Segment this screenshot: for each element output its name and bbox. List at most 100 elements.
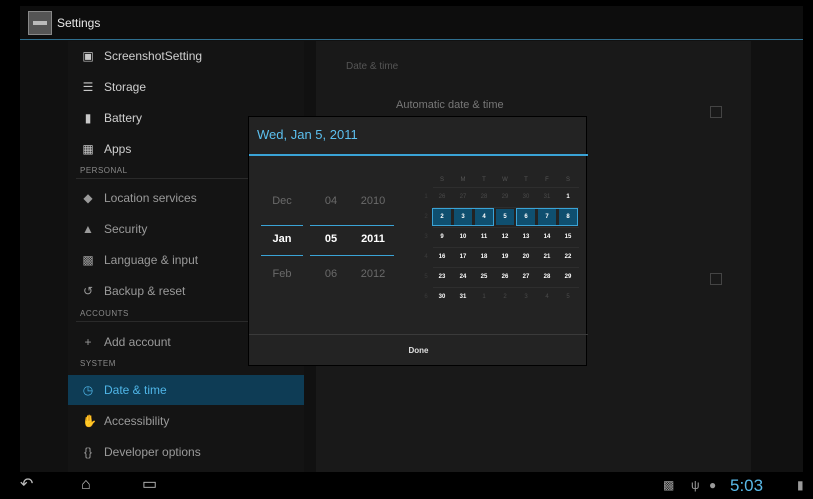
day-current[interactable]: 05 bbox=[311, 233, 351, 245]
list-item-label: Developer options bbox=[104, 445, 201, 459]
calendar-day[interactable]: 2 bbox=[496, 289, 514, 305]
calendar-day[interactable]: 17 bbox=[454, 249, 472, 265]
picker-divider bbox=[310, 255, 352, 256]
calendar-day[interactable]: 9 bbox=[433, 229, 451, 245]
calendar-day[interactable]: 30 bbox=[517, 189, 535, 205]
pane-header: Date & time bbox=[346, 61, 399, 72]
list-item-label: Security bbox=[104, 222, 148, 236]
list-item-developer-options[interactable]: {} Developer options bbox=[68, 437, 304, 467]
action-bar: Settings bbox=[20, 6, 803, 40]
weekday-label: F bbox=[545, 177, 549, 183]
calendar-day[interactable]: 1 bbox=[559, 189, 577, 205]
automatic-date-time-checkbox[interactable] bbox=[710, 106, 722, 118]
picker-divider bbox=[352, 255, 394, 256]
week-selection-outline bbox=[432, 208, 494, 226]
list-item-date-time[interactable]: ◷ Date & time bbox=[68, 375, 304, 405]
year-next[interactable]: 2012 bbox=[353, 268, 393, 280]
calendar-row-divider bbox=[433, 187, 579, 188]
calendar-day[interactable]: 20 bbox=[517, 249, 535, 265]
list-item-storage[interactable]: ☰ Storage bbox=[68, 72, 304, 102]
settings-screen: Settings ▣ ScreenshotSetting ☰ Storage ▮… bbox=[20, 6, 803, 472]
calendar-day[interactable]: 28 bbox=[538, 269, 556, 285]
battery-status-icon: ▮ bbox=[797, 478, 804, 492]
battery-icon: ▮ bbox=[84, 111, 92, 125]
month-current[interactable]: Jan bbox=[262, 233, 302, 245]
calendar-day[interactable]: 19 bbox=[496, 249, 514, 265]
calendar-day[interactable]: 29 bbox=[496, 189, 514, 205]
week-number: 1 bbox=[424, 194, 428, 200]
calendar-day[interactable]: 26 bbox=[496, 269, 514, 285]
list-item-label: Language & input bbox=[104, 253, 199, 267]
calendar-row-divider bbox=[433, 227, 579, 228]
month-next[interactable]: Feb bbox=[262, 268, 302, 280]
list-item-label: Location services bbox=[104, 191, 197, 205]
calendar-day[interactable]: 24 bbox=[454, 269, 472, 285]
calendar-day[interactable]: 27 bbox=[517, 269, 535, 285]
list-item-label: Backup & reset bbox=[104, 284, 186, 298]
calendar-day[interactable]: 5 bbox=[559, 289, 577, 305]
automatic-date-time-label[interactable]: Automatic date & time bbox=[396, 99, 504, 111]
picker-divider bbox=[261, 255, 303, 256]
recent-apps-icon[interactable]: ▭ bbox=[142, 477, 157, 493]
calendar-day[interactable]: 31 bbox=[538, 189, 556, 205]
calendar-day[interactable]: 4 bbox=[538, 289, 556, 305]
section-header-personal: PERSONAL bbox=[80, 166, 128, 175]
braces-icon: {} bbox=[83, 445, 92, 459]
set-date-dialog: Wed, Jan 5, 2011 Dec Jan Feb 04 05 06 20… bbox=[248, 116, 588, 367]
calendar-day[interactable]: 16 bbox=[433, 249, 451, 265]
notification-icon[interactable]: ▩ bbox=[663, 478, 674, 492]
calendar-day[interactable]: 29 bbox=[559, 269, 577, 285]
home-icon[interactable]: ⌂ bbox=[81, 477, 91, 493]
year-current[interactable]: 2011 bbox=[353, 233, 393, 245]
picker-divider bbox=[352, 225, 394, 226]
settings-app-icon[interactable] bbox=[28, 11, 52, 35]
week-selection-outline bbox=[516, 208, 578, 226]
app-title: Settings bbox=[57, 16, 101, 30]
calendar-day[interactable]: 28 bbox=[475, 189, 493, 205]
calendar-day[interactable]: 11 bbox=[475, 229, 493, 245]
calendar-day[interactable]: 27 bbox=[454, 189, 472, 205]
system-bar: ↶ ⌂ ▭ ▩ ψ ● 5:03 ▮ bbox=[0, 472, 813, 499]
day-next[interactable]: 06 bbox=[311, 268, 351, 280]
year-prev[interactable]: 2010 bbox=[353, 195, 393, 207]
calendar-day[interactable]: 14 bbox=[538, 229, 556, 245]
dialog-title-divider bbox=[249, 154, 588, 156]
calendar-day[interactable]: 21 bbox=[538, 249, 556, 265]
calendar-day[interactable]: 15 bbox=[559, 229, 577, 245]
dialog-title: Wed, Jan 5, 2011 bbox=[257, 127, 358, 142]
gamepad-icon: ● bbox=[709, 478, 717, 492]
language-icon: ▩ bbox=[82, 253, 94, 267]
list-item-label: Add account bbox=[104, 335, 171, 349]
calendar-day[interactable]: 13 bbox=[517, 229, 535, 245]
week-number: 3 bbox=[424, 234, 428, 240]
calendar-day[interactable]: 3 bbox=[517, 289, 535, 305]
calendar-day-selected[interactable]: 5 bbox=[496, 209, 514, 225]
format-checkbox[interactable] bbox=[710, 273, 722, 285]
list-item-screenshot-setting[interactable]: ▣ ScreenshotSetting bbox=[68, 41, 304, 71]
calendar-day[interactable]: 10 bbox=[454, 229, 472, 245]
calendar-day[interactable]: 23 bbox=[433, 269, 451, 285]
week-number: 4 bbox=[424, 254, 428, 260]
plus-icon: + bbox=[84, 335, 92, 349]
calendar-day[interactable]: 18 bbox=[475, 249, 493, 265]
clock-icon: ◷ bbox=[82, 383, 94, 397]
weekday-label: S bbox=[439, 177, 444, 183]
back-icon[interactable]: ↶ bbox=[20, 477, 33, 493]
calendar-day[interactable]: 1 bbox=[475, 289, 493, 305]
clock[interactable]: 5:03 bbox=[730, 476, 763, 496]
backup-icon: ↺ bbox=[82, 284, 94, 298]
month-prev[interactable]: Dec bbox=[262, 195, 302, 207]
list-item-accessibility[interactable]: ✋ Accessibility bbox=[68, 406, 304, 436]
lock-icon: ▲ bbox=[82, 222, 94, 236]
calendar-day[interactable]: 31 bbox=[454, 289, 472, 305]
calendar-day[interactable]: 22 bbox=[559, 249, 577, 265]
week-number: 2 bbox=[424, 214, 428, 220]
calendar-row-divider bbox=[433, 247, 579, 248]
usb-icon: ψ bbox=[691, 478, 700, 492]
day-prev[interactable]: 04 bbox=[311, 195, 351, 207]
calendar-day[interactable]: 26 bbox=[433, 189, 451, 205]
done-button[interactable]: Done bbox=[249, 335, 588, 367]
calendar-day[interactable]: 25 bbox=[475, 269, 493, 285]
calendar-day[interactable]: 30 bbox=[433, 289, 451, 305]
calendar-day[interactable]: 12 bbox=[496, 229, 514, 245]
